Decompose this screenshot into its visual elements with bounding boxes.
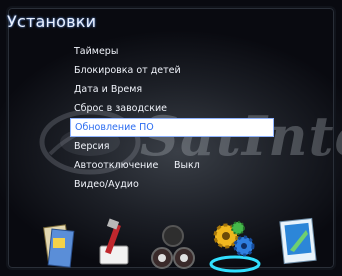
menu-item-label: Блокировка от детей	[74, 65, 181, 76]
menu-item-date-time[interactable]: Дата и Время	[70, 80, 274, 99]
page-title: Установки	[7, 12, 97, 31]
main-menu-dock	[0, 206, 342, 276]
menu-item-factory-reset[interactable]: Сброс в заводские	[70, 99, 274, 118]
tools-icon[interactable]	[92, 216, 136, 272]
network-icon[interactable]	[150, 218, 196, 272]
menu-item-label: Автоотключение	[74, 160, 159, 171]
menu-item-label: Видео/Аудио	[74, 179, 139, 190]
settings-menu: Таймеры Блокировка от детей Дата и Время…	[70, 42, 274, 194]
menu-item-software-update[interactable]: Обновление ПО	[70, 118, 274, 137]
media-files-icon[interactable]	[38, 220, 78, 272]
menu-item-version[interactable]: Версия	[70, 137, 274, 156]
menu-item-label: Обновление ПО	[75, 122, 154, 133]
menu-item-auto-standby[interactable]: Автоотключение Выкл	[70, 156, 274, 175]
menu-item-label: Таймеры	[74, 46, 119, 57]
menu-screen: SatIntegra Установки Таймеры Блокировка …	[0, 0, 342, 276]
menu-item-label: Версия	[74, 141, 110, 152]
menu-item-parental-lock[interactable]: Блокировка от детей	[70, 61, 274, 80]
menu-item-label: Сброс в заводские	[74, 103, 168, 114]
menu-item-timers[interactable]: Таймеры	[70, 42, 274, 61]
settings-gears-icon[interactable]	[206, 214, 264, 276]
menu-item-label: Дата и Время	[74, 84, 143, 95]
games-icon[interactable]	[276, 214, 320, 272]
auto-standby-value: Выкл	[174, 160, 200, 171]
menu-item-video-audio[interactable]: Видео/Аудио	[70, 175, 274, 194]
